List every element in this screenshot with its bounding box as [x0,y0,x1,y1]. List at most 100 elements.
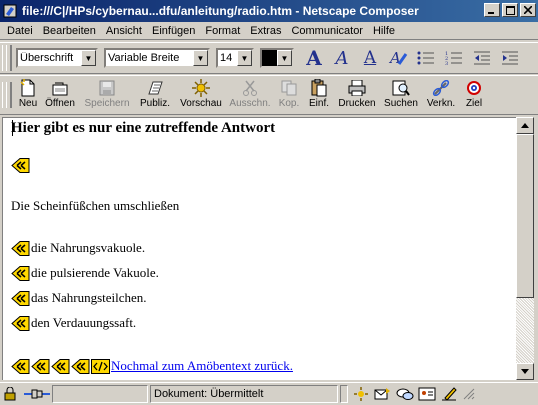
maximize-button[interactable] [502,3,518,17]
open-label: Öffnen [45,98,75,109]
menu-bearbeiten[interactable]: Bearbeiten [38,25,101,37]
find-button[interactable]: Suchen [380,76,422,114]
svg-text:3: 3 [445,61,448,66]
answer-item-1[interactable]: die Nahrungsvakuole. [11,240,145,256]
link-tag-icon[interactable] [91,358,110,374]
indent-icon[interactable] [498,46,522,70]
preview-icon [191,79,211,97]
link-button[interactable]: Verkn. [422,76,460,114]
anchor-marker-icon[interactable] [31,358,50,374]
copy-button[interactable]: Kop. [274,76,304,114]
page-heading[interactable]: Hier gibt es nur eine zutreffende Antwor… [11,120,275,137]
cut-button[interactable]: Ausschn. [226,76,274,114]
print-label: Drucken [338,98,376,109]
italic-icon[interactable]: A [330,46,354,70]
copy-label: Kop. [278,98,300,109]
online-status-icon[interactable] [22,385,52,403]
anchor-marker-icon[interactable] [11,240,30,256]
menu-einfuegen[interactable]: Einfügen [147,25,200,37]
font-value: Variable Breite [108,52,180,64]
save-label: Speichern [84,98,130,109]
menu-ansicht[interactable]: Ansicht [101,25,147,37]
chevron-down-icon[interactable]: ▼ [237,50,252,66]
anchor-marker-icon[interactable] [71,358,90,374]
clear-styles-icon[interactable]: A [386,46,410,70]
open-icon [50,79,70,97]
color-swatch [262,50,277,66]
anchor-marker-icon[interactable] [11,315,30,331]
minimize-button[interactable] [484,3,500,17]
publish-icon [145,79,165,97]
bold-icon[interactable]: A [302,46,326,70]
address-book-icon[interactable] [416,385,438,403]
find-label: Suchen [384,98,418,109]
save-button[interactable]: Speichern [80,76,134,114]
title-bar: file:///C|/HPs/cybernau...dfu/anleitung/… [0,0,538,22]
vertical-scrollbar[interactable] [516,117,534,380]
menu-communicator[interactable]: Communicator [286,25,368,37]
text-color-select[interactable]: ▼ [260,48,294,68]
anchor-line [11,158,31,173]
publish-label: Publiz. [139,98,170,109]
publish-button[interactable]: Publiz. [134,76,176,114]
paste-label: Einf. [308,98,329,109]
new-doc-icon [18,79,38,97]
anchor-marker-icon[interactable] [11,290,30,306]
progress-panel [52,385,148,403]
composer-app-icon[interactable] [2,3,18,19]
anchor-marker-icon[interactable] [11,358,30,374]
chevron-down-icon[interactable]: ▼ [81,50,96,66]
bullet-list-icon[interactable] [414,46,438,70]
toolbar-grip[interactable] [2,82,12,108]
menu-format[interactable]: Format [200,25,245,37]
font-select[interactable]: Variable Breite ▼ [104,48,210,68]
answer-item-3[interactable]: das Nahrungsteilchen. [11,290,147,306]
anchor-marker-icon[interactable] [11,158,30,173]
underline-icon[interactable]: A [358,46,382,70]
answer-text: die Nahrungsvakuole. [31,240,146,255]
paste-icon [309,79,329,97]
arrow-down-icon [521,369,529,374]
back-link-line: Nochmal zum Amöbentext zurück. [11,358,293,374]
menu-datei[interactable]: Datei [2,25,38,37]
anchor-marker-icon[interactable] [51,358,70,374]
outdent-icon[interactable] [470,46,494,70]
formatting-toolbar: Überschrift ▼ Variable Breite ▼ 14 ▼ ▼ A… [0,42,538,74]
editor-canvas[interactable]: Hier gibt es nur eine zutreffende Antwor… [2,117,516,380]
back-to-amoeba-link[interactable]: Nochmal zum Amöbentext zurück. [111,358,293,374]
numbered-list-icon[interactable]: 123 [442,46,466,70]
resize-grip-icon[interactable] [460,385,478,403]
menu-extras[interactable]: Extras [245,25,286,37]
anchor-marker-icon[interactable] [11,265,30,281]
print-button[interactable]: Drucken [334,76,380,114]
close-button[interactable] [520,3,536,17]
menu-hilfe[interactable]: Hilfe [368,25,400,37]
font-size-select[interactable]: 14 ▼ [216,48,254,68]
composition-toolbar: Neu Öffnen Speichern Publiz. Vorschau Au… [0,75,538,115]
target-button[interactable]: Ziel [460,76,488,114]
preview-button[interactable]: Vorschau [176,76,226,114]
target-label: Ziel [465,98,483,109]
paste-button[interactable]: Einf. [304,76,334,114]
answer-item-4[interactable]: den Verdauungssaft. [11,315,136,331]
preview-label: Vorschau [180,98,222,109]
composer-icon[interactable] [438,385,460,403]
toolbar-grip[interactable] [2,45,12,71]
new-button[interactable]: Neu [16,76,40,114]
chevron-down-icon[interactable]: ▼ [277,50,292,66]
question-text[interactable]: Die Scheinfüßchen umschließen [11,198,179,214]
scroll-up-button[interactable] [516,117,534,134]
open-button[interactable]: Öffnen [40,76,80,114]
mail-icon[interactable] [372,385,394,403]
paragraph-style-select[interactable]: Überschrift ▼ [16,48,98,68]
scroll-thumb[interactable] [516,134,534,298]
answer-item-2[interactable]: die pulsierende Vakuole. [11,265,159,281]
svg-text:A: A [388,49,401,67]
status-text-panel: Dokument: Übermittelt [150,385,338,403]
scroll-down-button[interactable] [516,363,534,380]
menu-bar: Datei Bearbeiten Ansicht Einfügen Format… [0,22,538,40]
navigator-icon[interactable] [350,385,372,403]
security-lock-icon[interactable] [0,385,22,403]
chevron-down-icon[interactable]: ▼ [193,50,208,66]
newsgroups-icon[interactable] [394,385,416,403]
